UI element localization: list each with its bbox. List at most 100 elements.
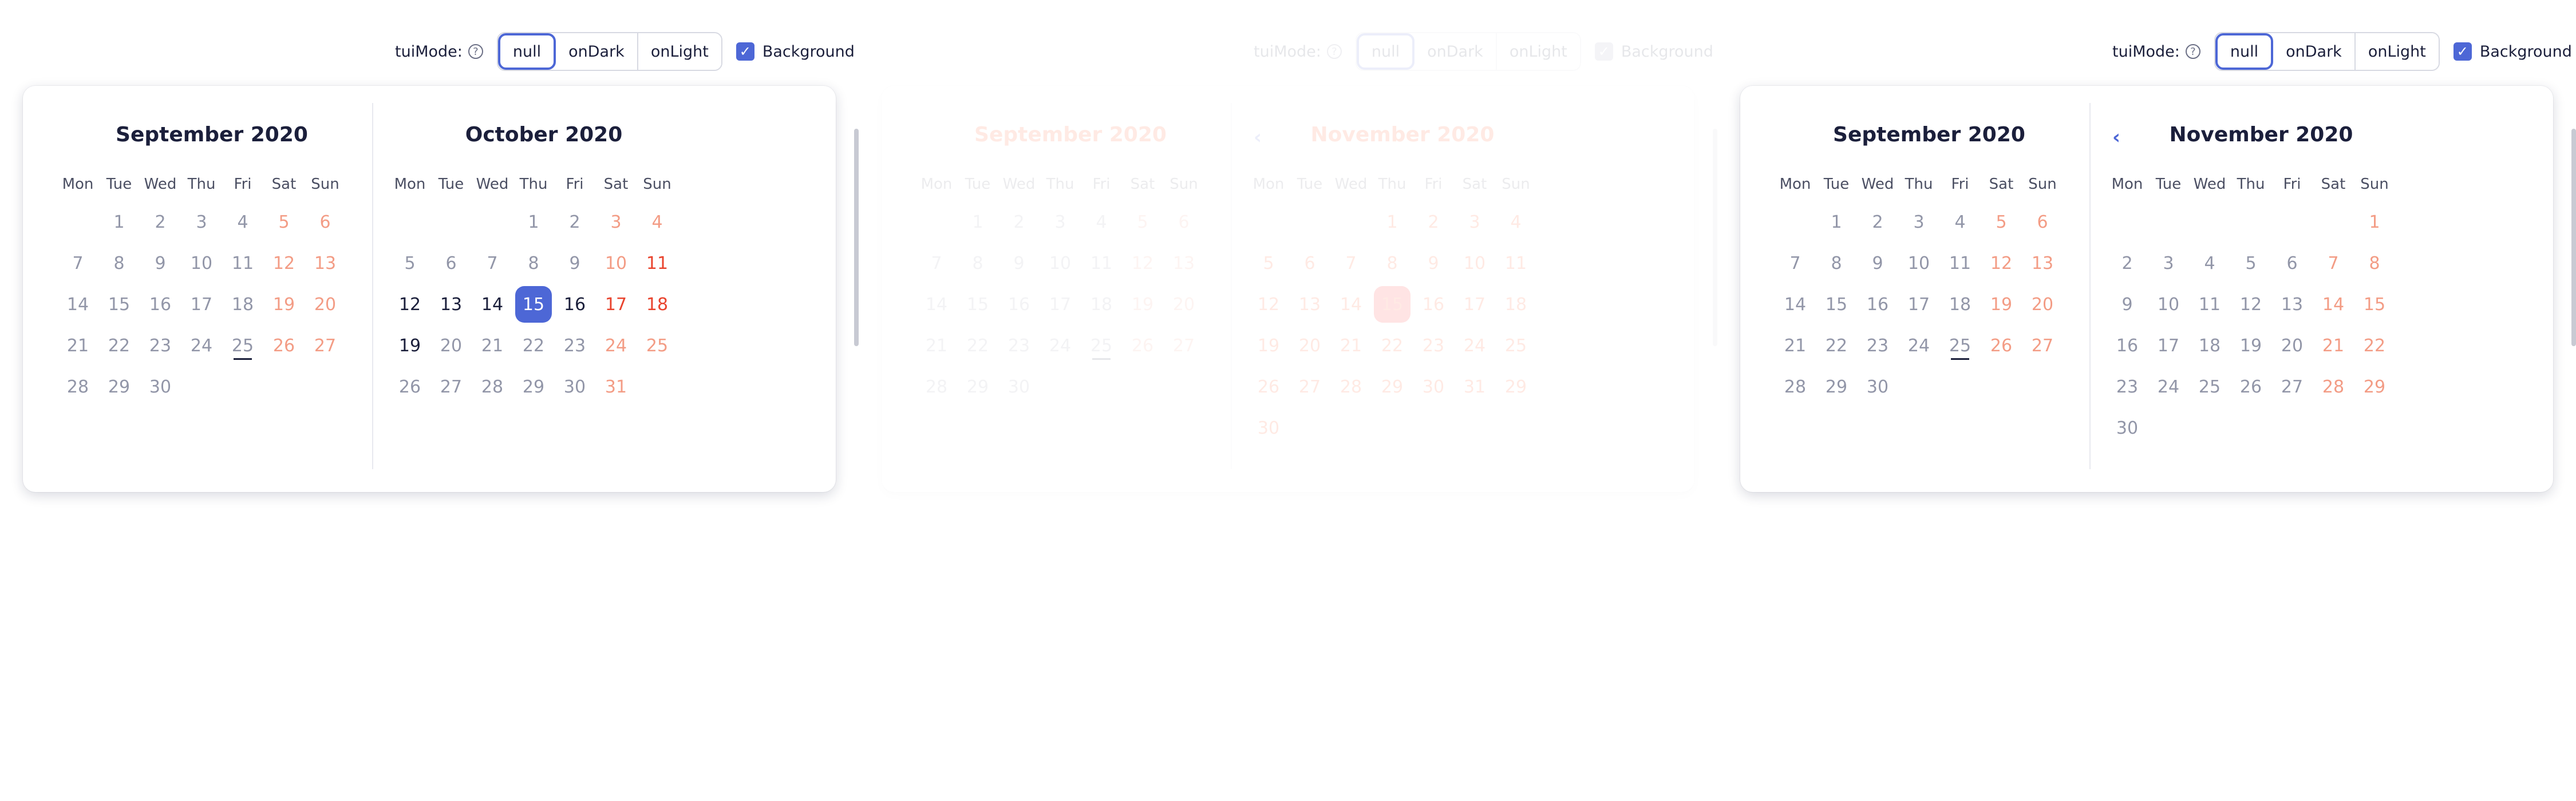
- day-cell[interactable]: 30: [2107, 409, 2148, 447]
- month-title[interactable]: ‹ November 2020: [2095, 109, 2427, 160]
- day-cell[interactable]: 16: [140, 285, 181, 323]
- day-cell[interactable]: 5: [1248, 244, 1289, 282]
- day-cell[interactable]: 23: [2107, 368, 2148, 406]
- day-cell[interactable]: 22: [98, 327, 140, 364]
- day-cell[interactable]: 25: [222, 327, 263, 364]
- checkbox-checked-icon[interactable]: ✓: [2453, 42, 2472, 61]
- day-cell[interactable]: 14: [1330, 285, 1372, 323]
- day-cell[interactable]: 18: [222, 285, 263, 323]
- day-cell[interactable]: 29: [957, 368, 998, 406]
- day-cell[interactable]: 13: [305, 244, 346, 282]
- day-cell[interactable]: 8: [513, 244, 554, 282]
- day-cell[interactable]: 10: [595, 244, 637, 282]
- day-cell[interactable]: 1: [1816, 203, 1857, 241]
- day-cell[interactable]: 14: [916, 285, 957, 323]
- day-cell[interactable]: 6: [1289, 244, 1330, 282]
- background-toggle[interactable]: ✓ Background: [1594, 42, 1713, 61]
- day-cell[interactable]: 1: [513, 203, 554, 241]
- chevron-left-icon[interactable]: ‹: [1254, 126, 1262, 149]
- day-cell[interactable]: 23: [1413, 327, 1454, 364]
- month-title[interactable]: October 2020: [378, 109, 710, 160]
- day-cell[interactable]: 11: [637, 244, 678, 282]
- day-cell[interactable]: 3: [181, 203, 222, 241]
- day-cell[interactable]: 27: [2271, 368, 2313, 406]
- day-cell[interactable]: 18: [2189, 327, 2230, 364]
- day-cell[interactable]: 29: [1372, 368, 1413, 406]
- checkbox-checked-icon[interactable]: ✓: [736, 42, 754, 61]
- day-cell[interactable]: 23: [998, 327, 1040, 364]
- day-cell[interactable]: 28: [472, 368, 513, 406]
- day-cell[interactable]: 22: [1372, 327, 1413, 364]
- chevron-left-icon[interactable]: ‹: [2112, 126, 2120, 149]
- day-cell[interactable]: 13: [2022, 244, 2063, 282]
- day-cell[interactable]: 11: [2189, 285, 2230, 323]
- mode-null-button[interactable]: null: [1356, 33, 1415, 70]
- day-cell[interactable]: 22: [1816, 327, 1857, 364]
- day-cell[interactable]: 30: [554, 368, 595, 406]
- day-cell[interactable]: 16: [1413, 285, 1454, 323]
- day-cell[interactable]: 7: [57, 244, 98, 282]
- day-cell[interactable]: 15: [1372, 285, 1413, 323]
- day-cell[interactable]: 26: [389, 368, 430, 406]
- day-cell[interactable]: 28: [2313, 368, 2354, 406]
- day-cell[interactable]: 27: [305, 327, 346, 364]
- day-cell[interactable]: 17: [2148, 327, 2189, 364]
- day-cell[interactable]: 30: [1857, 368, 1898, 406]
- background-toggle[interactable]: ✓ Background: [2453, 42, 2572, 61]
- month-title[interactable]: September 2020: [1763, 109, 2095, 160]
- day-cell[interactable]: 7: [2313, 244, 2354, 282]
- day-cell[interactable]: 20: [2271, 327, 2313, 364]
- day-cell[interactable]: 27: [1163, 327, 1204, 364]
- day-cell[interactable]: 24: [2148, 368, 2189, 406]
- mode-onlight-button[interactable]: onLight: [638, 33, 721, 70]
- mode-ondark-button[interactable]: onDark: [1415, 33, 1497, 70]
- day-cell[interactable]: 3: [1898, 203, 1939, 241]
- question-circle-icon[interactable]: ?: [2185, 44, 2200, 59]
- day-cell[interactable]: 26: [263, 327, 305, 364]
- day-cell[interactable]: 15: [1816, 285, 1857, 323]
- day-cell[interactable]: 23: [554, 327, 595, 364]
- day-cell[interactable]: 3: [2148, 244, 2189, 282]
- day-cell[interactable]: 10: [1454, 244, 1495, 282]
- day-cell[interactable]: 10: [181, 244, 222, 282]
- day-cell[interactable]: 4: [637, 203, 678, 241]
- mode-onlight-button[interactable]: onLight: [2355, 33, 2439, 70]
- day-cell[interactable]: 17: [1040, 285, 1081, 323]
- day-cell[interactable]: 8: [2354, 244, 2395, 282]
- day-cell[interactable]: 29: [2354, 368, 2395, 406]
- day-cell[interactable]: 3: [1454, 203, 1495, 241]
- mode-null-button[interactable]: null: [497, 33, 556, 70]
- day-cell[interactable]: 22: [957, 327, 998, 364]
- day-cell[interactable]: 29: [1495, 368, 1536, 406]
- day-cell[interactable]: 3: [1040, 203, 1081, 241]
- day-cell[interactable]: 10: [1040, 244, 1081, 282]
- day-cell[interactable]: 16: [1857, 285, 1898, 323]
- day-cell[interactable]: 9: [998, 244, 1040, 282]
- day-cell[interactable]: 16: [998, 285, 1040, 323]
- day-cell[interactable]: 20: [305, 285, 346, 323]
- day-cell[interactable]: 29: [98, 368, 140, 406]
- day-cell[interactable]: 24: [1040, 327, 1081, 364]
- day-cell[interactable]: 8: [957, 244, 998, 282]
- day-cell[interactable]: 15: [2354, 285, 2395, 323]
- day-cell[interactable]: 8: [1816, 244, 1857, 282]
- day-cell[interactable]: 24: [1454, 327, 1495, 364]
- day-cell[interactable]: 21: [1775, 327, 1816, 364]
- day-cell[interactable]: 17: [1454, 285, 1495, 323]
- mode-ondark-button[interactable]: onDark: [2273, 33, 2356, 70]
- day-cell[interactable]: 12: [1981, 244, 2022, 282]
- background-toggle[interactable]: ✓ Background: [736, 42, 855, 61]
- day-cell[interactable]: 2: [554, 203, 595, 241]
- month-title[interactable]: September 2020: [46, 109, 378, 160]
- day-cell[interactable]: 19: [1122, 285, 1163, 323]
- day-cell[interactable]: 3: [595, 203, 637, 241]
- day-cell[interactable]: 11: [1495, 244, 1536, 282]
- day-cell[interactable]: 19: [389, 327, 430, 364]
- day-cell[interactable]: 4: [2189, 244, 2230, 282]
- day-cell[interactable]: 18: [637, 285, 678, 323]
- question-circle-icon[interactable]: ?: [1326, 44, 1342, 59]
- day-cell[interactable]: 24: [1898, 327, 1939, 364]
- day-cell[interactable]: 4: [222, 203, 263, 241]
- day-cell[interactable]: 30: [140, 368, 181, 406]
- day-cell[interactable]: 1: [98, 203, 140, 241]
